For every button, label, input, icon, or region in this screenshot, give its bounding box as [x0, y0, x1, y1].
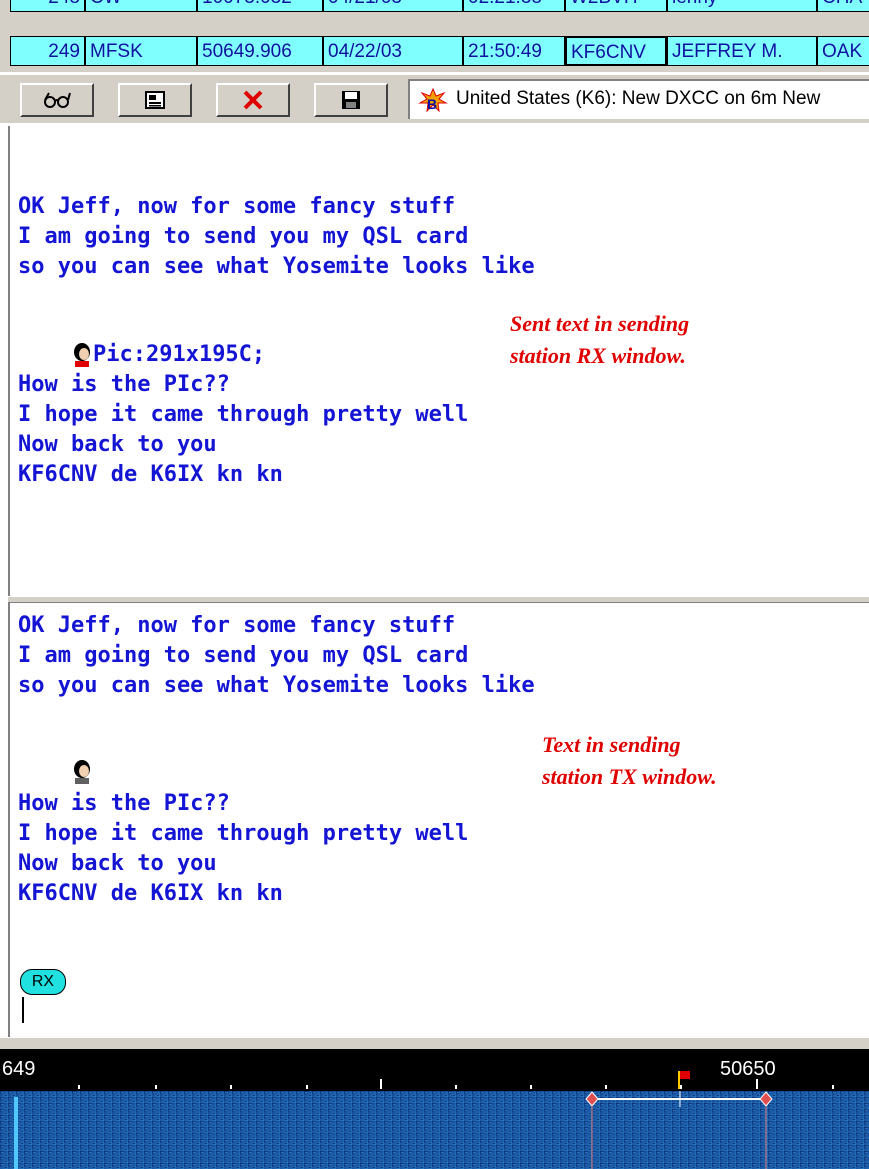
log-cell-name[interactable]: lenny — [667, 0, 817, 12]
log-cell-frequency[interactable]: 10073.032 — [197, 0, 323, 12]
rx-window[interactable]: OK Jeff, now for some fancy stuff I am g… — [8, 126, 869, 596]
delete-icon — [243, 90, 263, 110]
log-cell-qth[interactable]: CHA — [817, 0, 869, 12]
waterfall-display[interactable]: 649 50650 — [0, 1049, 869, 1169]
rx-note-line: station RX window. — [510, 343, 686, 368]
rx-line: OK Jeff, now for some fancy stuff — [18, 194, 456, 219]
card-icon — [145, 91, 165, 109]
tx-line: KF6CNV de K6IX kn kn — [18, 881, 283, 906]
tx-line: How is the PIc?? — [18, 791, 230, 816]
tx-note-line: station TX window. — [542, 764, 717, 789]
tx-note-line: Text in sending — [542, 732, 681, 757]
svg-text:B: B — [427, 96, 437, 112]
save-icon — [342, 91, 360, 109]
log-cell-callsign[interactable]: KF6CNV — [565, 36, 667, 66]
log-cell-time[interactable]: 02:21:38 — [463, 0, 565, 12]
rx-line: How is the PIc?? — [18, 372, 230, 397]
log-cell-name[interactable]: JEFFREY M. — [667, 36, 817, 66]
log-cell-number[interactable]: 249 — [10, 36, 85, 66]
tx-line: I am going to send you my QSL card — [18, 643, 469, 668]
tuning-marker-flag — [678, 1071, 690, 1089]
dxcc-alert-icon: B — [418, 87, 448, 113]
log-cell-callsign[interactable]: W2BVH — [565, 0, 667, 12]
log-cell-number[interactable]: 248 — [10, 0, 85, 12]
waterfall-scale — [0, 1071, 869, 1169]
qsl-card-button[interactable] — [118, 83, 192, 117]
log-cell-qth[interactable]: OAK — [817, 36, 869, 66]
pane-splitter[interactable] — [8, 596, 869, 603]
rx-indicator-badge: RX — [20, 969, 66, 995]
log-cell-mode[interactable]: CW — [85, 0, 197, 12]
tx-line: OK Jeff, now for some fancy stuff — [18, 613, 456, 638]
rx-line: I am going to send you my QSL card — [18, 224, 469, 249]
log-cell-frequency[interactable]: 50649.906 — [197, 36, 323, 66]
tx-line: I hope it came through pretty well — [18, 821, 469, 846]
text-caret — [22, 997, 24, 1023]
tx-line: so you can see what Yosemite looks like — [18, 673, 535, 698]
rx-pic-text: Pic:291x195C; — [92, 342, 266, 367]
log-cell-date[interactable]: 04/22/03 — [323, 36, 463, 66]
status-bar: B United States (K6): New DXCC on 6m New — [408, 79, 869, 119]
rx-line: KF6CNV de K6IX kn kn — [18, 462, 283, 487]
picture-face-icon — [73, 343, 90, 367]
rx-line: Now back to you — [18, 432, 217, 457]
rx-line: I hope it came through pretty well — [18, 402, 469, 427]
status-text: United States (K6): New DXCC on 6m New — [456, 88, 821, 109]
log-cell-mode[interactable]: MFSK — [85, 36, 197, 66]
log-cell-time[interactable]: 21:50:49 — [463, 36, 565, 66]
tx-window[interactable]: OK Jeff, now for some fancy stuff I am g… — [8, 603, 869, 1037]
tx-line: Now back to you — [18, 851, 217, 876]
rx-line: so you can see what Yosemite looks like — [18, 254, 535, 279]
save-button[interactable] — [314, 83, 388, 117]
log-toolbar: B United States (K6): New DXCC on 6m New — [0, 74, 869, 123]
rx-note-line: Sent text in sending — [510, 311, 690, 336]
glasses-icon — [44, 92, 71, 108]
lookup-button[interactable] — [20, 83, 94, 117]
delete-button[interactable] — [216, 83, 290, 117]
log-cell-date[interactable]: 04/21/03 — [323, 0, 463, 12]
log-grid: 248 CW 10073.032 04/21/03 02:21:38 W2BVH… — [0, 0, 869, 72]
picture-face-icon — [73, 760, 90, 784]
